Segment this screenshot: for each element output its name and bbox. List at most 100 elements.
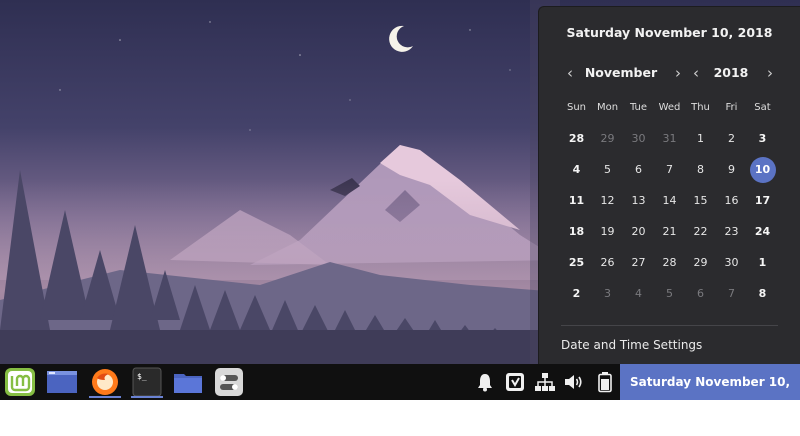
calendar-day[interactable]: 3 [592, 278, 623, 309]
calendar-day-number: 13 [631, 194, 646, 207]
folder-icon [174, 374, 202, 393]
calendar-day[interactable]: 29 [592, 123, 623, 154]
calendar-day[interactable]: 15 [685, 185, 716, 216]
calendar-day-number: 19 [600, 225, 615, 238]
calendar-day-number: 26 [600, 256, 615, 269]
calendar-day[interactable]: 3 [747, 123, 778, 154]
volume-tray-button[interactable] [561, 368, 587, 396]
active-window-indicator [131, 396, 163, 398]
calendar-day[interactable]: 11 [561, 185, 592, 216]
calendar-day-number: 5 [604, 163, 611, 176]
calendar-day[interactable]: 5 [592, 154, 623, 185]
calendar-day[interactable]: 14 [654, 185, 685, 216]
calendar-day[interactable]: 25 [561, 247, 592, 278]
weekday-label: Mon [596, 102, 619, 113]
calendar-day[interactable]: 28 [561, 123, 592, 154]
calendar-day-number: 6 [697, 287, 704, 300]
shield-update-icon [506, 373, 524, 391]
calendar-month-label: November [584, 65, 658, 80]
calendar-day[interactable]: 24 [747, 216, 778, 247]
calendar-day[interactable]: 21 [654, 216, 685, 247]
calendar-day[interactable]: 8 [747, 278, 778, 309]
notifications-tray-button[interactable] [472, 368, 498, 396]
calendar-day[interactable]: 29 [685, 247, 716, 278]
calendar-day[interactable]: 28 [654, 247, 685, 278]
date-time-settings-button[interactable]: Date and Time Settings [561, 331, 702, 359]
calendar-day-number: 3 [604, 287, 611, 300]
calendar-day-number: 14 [662, 194, 677, 207]
calendar-day[interactable]: 18 [561, 216, 592, 247]
calendar-day[interactable]: 31 [654, 123, 685, 154]
update-manager-tray-button[interactable] [502, 368, 528, 396]
network-icon [535, 373, 555, 391]
weekday-label: Sat [754, 102, 771, 113]
next-month-chevron-right-icon[interactable]: › [671, 61, 685, 85]
calendar-day-number: 2 [572, 287, 581, 300]
calendar-day-number: 30 [631, 132, 646, 145]
calendar-day[interactable]: 16 [716, 185, 747, 216]
show-desktop-button[interactable] [44, 366, 80, 398]
calendar-day-grid: 28 29 30 31 1 2 3 4 5 6 7 8 9 10 11 12 13 14 15 16 17 18 19 20 2… [561, 123, 778, 309]
calendar-divider [561, 325, 778, 326]
calendar-day[interactable]: 1 [747, 247, 778, 278]
calendar-day-number: 8 [697, 163, 704, 176]
calendar-day-number: 25 [568, 256, 585, 269]
calendar-day[interactable]: 2 [561, 278, 592, 309]
next-year-chevron-right-icon[interactable]: › [763, 61, 777, 85]
calendar-day-number: 9 [728, 163, 735, 176]
calendar-day-number: 11 [568, 194, 585, 207]
calendar-day[interactable]: 12 [592, 185, 623, 216]
calendar-day[interactable]: 8 [685, 154, 716, 185]
calendar-day[interactable]: 22 [685, 216, 716, 247]
calendar-day[interactable]: 13 [623, 185, 654, 216]
calendar-popup: Saturday November 10, 2018 ‹ November › … [538, 6, 800, 364]
files-launcher[interactable] [170, 366, 206, 398]
menu-button[interactable] [2, 366, 38, 398]
calendar-day[interactable]: 7 [654, 154, 685, 185]
system-settings-launcher[interactable] [211, 366, 247, 398]
bell-icon [478, 374, 492, 392]
calendar-day[interactable]: 4 [561, 154, 592, 185]
prev-month-chevron-left-icon[interactable]: ‹ [563, 61, 577, 85]
network-tray-button[interactable] [532, 368, 558, 396]
calendar-day[interactable]: 23 [716, 216, 747, 247]
calendar-day-number: 5 [666, 287, 673, 300]
calendar-day[interactable]: 19 [592, 216, 623, 247]
calendar-day[interactable]: 27 [623, 247, 654, 278]
calendar-day-number: 7 [728, 287, 735, 300]
calendar-day[interactable]: 30 [623, 123, 654, 154]
calendar-day-number: 17 [754, 194, 771, 207]
calendar-day[interactable]: 20 [623, 216, 654, 247]
svg-text:$_: $_ [137, 372, 147, 381]
calendar-day-today[interactable]: 10 [747, 154, 778, 185]
calendar-day[interactable]: 4 [623, 278, 654, 309]
taskbar: $_ Saturday November 10, 13:13 [0, 364, 800, 425]
battery-tray-button[interactable] [592, 368, 618, 396]
calendar-day[interactable]: 6 [685, 278, 716, 309]
prev-year-chevron-left-icon[interactable]: ‹ [689, 61, 703, 85]
calendar-day[interactable]: 17 [747, 185, 778, 216]
calendar-day[interactable]: 5 [654, 278, 685, 309]
desktop-icon [47, 371, 77, 393]
calendar-day[interactable]: 1 [685, 123, 716, 154]
weekday-label: Sun [566, 102, 587, 113]
calendar-year-label: 2018 [713, 65, 749, 80]
firefox-launcher[interactable] [87, 366, 123, 398]
calendar-day[interactable]: 7 [716, 278, 747, 309]
battery-icon [598, 372, 612, 393]
calendar-day-number: 27 [631, 256, 646, 269]
calendar-day[interactable]: 6 [623, 154, 654, 185]
weekday-label: Tue [629, 102, 648, 113]
calendar-day-number: 4 [635, 287, 642, 300]
calendar-full-date: Saturday November 10, 2018 [566, 25, 773, 40]
calendar-day[interactable]: 9 [716, 154, 747, 185]
firefox-icon [92, 369, 118, 395]
calendar-day[interactable]: 26 [592, 247, 623, 278]
calendar-day-number: 21 [662, 225, 677, 238]
calendar-day-number: 24 [754, 225, 771, 238]
terminal-launcher[interactable]: $_ [129, 366, 165, 398]
clock-applet[interactable]: Saturday November 10, 13:13 [620, 364, 800, 425]
calendar-day[interactable]: 2 [716, 123, 747, 154]
linux-mint-logo-icon [5, 368, 35, 396]
calendar-day[interactable]: 30 [716, 247, 747, 278]
